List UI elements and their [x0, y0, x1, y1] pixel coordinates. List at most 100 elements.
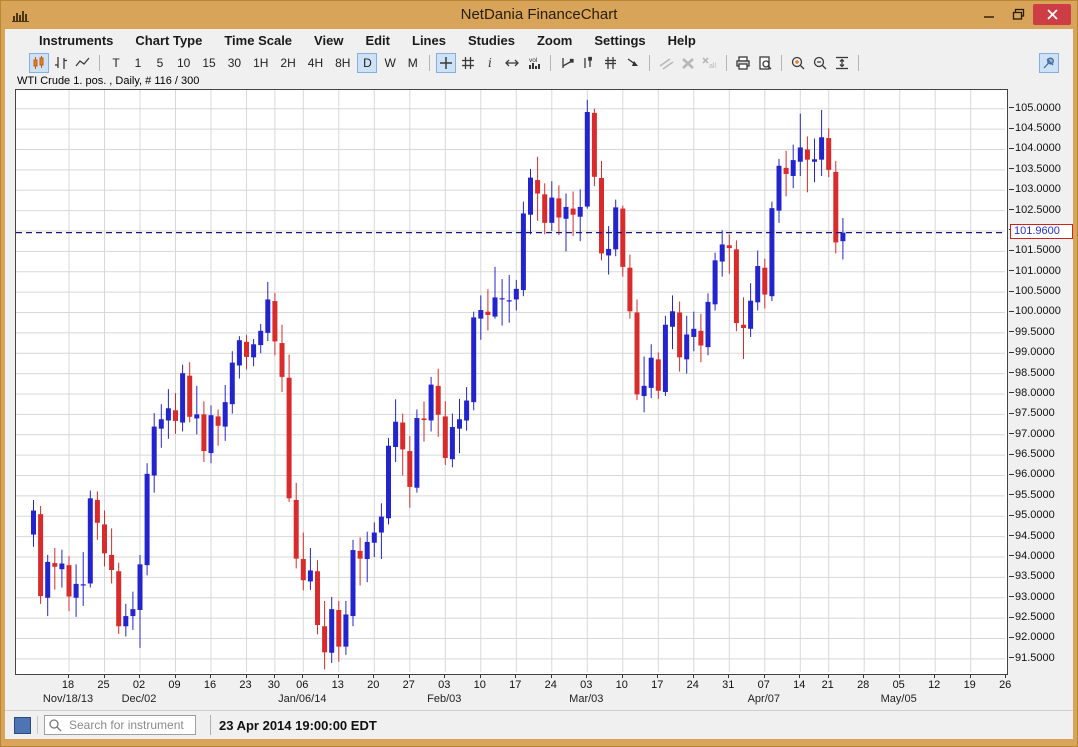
trend-line-tool-button[interactable]: [557, 53, 577, 73]
price-axis-label: 104.0000: [1009, 142, 1061, 155]
candle: [656, 352, 661, 398]
svg-text:all: all: [709, 63, 716, 70]
print-button[interactable]: [733, 53, 753, 73]
timescale-1h[interactable]: 1H: [248, 53, 273, 73]
month-axis-label: Mar/03: [544, 693, 628, 705]
menu-edit[interactable]: Edit: [365, 33, 390, 48]
timescale-4h[interactable]: 4H: [303, 53, 328, 73]
axis-tick: [1009, 617, 1014, 618]
timescale-10[interactable]: 10: [172, 53, 195, 73]
search-box[interactable]: [44, 715, 196, 735]
axis-tick: [444, 675, 445, 678]
timescale-m[interactable]: M: [403, 53, 423, 73]
menu-studies[interactable]: Studies: [468, 33, 515, 48]
close-button[interactable]: [1033, 4, 1071, 25]
candle: [194, 386, 199, 434]
axis-tick: [373, 675, 374, 678]
timescale-w[interactable]: W: [379, 53, 400, 73]
axis-tick: [68, 675, 69, 678]
ohlc-bars-button[interactable]: [51, 53, 71, 73]
parallel-lines-tool-button[interactable]: [601, 53, 621, 73]
axis-tick: [480, 675, 481, 678]
search-input[interactable]: [44, 715, 196, 735]
candle: [315, 560, 320, 634]
candlestick-chart-button[interactable]: [29, 53, 49, 73]
candle: [777, 159, 782, 223]
axis-tick: [338, 675, 339, 678]
timescale-2h[interactable]: 2H: [275, 53, 300, 73]
candle: [372, 522, 377, 557]
info-button[interactable]: i: [480, 53, 500, 73]
axis-tick: [1009, 392, 1014, 393]
statusbar-separator: [210, 715, 211, 735]
candle: [358, 537, 363, 585]
menu-zoom[interactable]: Zoom: [537, 33, 572, 48]
horizontal-scale-button[interactable]: [502, 53, 522, 73]
candle: [706, 293, 711, 355]
time-axis-label: 09: [160, 679, 190, 691]
dock-panel-button[interactable]: [1039, 53, 1059, 73]
price-axis-label: 95.5000: [1009, 488, 1055, 501]
delete-all-lines-button[interactable]: all: [700, 53, 720, 73]
axis-tick: [246, 675, 247, 678]
price-axis-label: 93.5000: [1009, 570, 1055, 583]
menu-time-scale[interactable]: Time Scale: [224, 33, 292, 48]
timescale-5[interactable]: 5: [150, 53, 170, 73]
price-axis-label: 95.0000: [1009, 509, 1055, 522]
vertical-line-tool-button[interactable]: [579, 53, 599, 73]
toolbar-separator: [550, 55, 551, 71]
restore-button[interactable]: [1004, 4, 1033, 25]
price-chart[interactable]: [15, 89, 1008, 675]
chart-instrument-label: WTI Crude 1. pos. , Daily, # 116 / 300: [17, 75, 199, 87]
time-axis-label: 24: [536, 679, 566, 691]
line-chart-button[interactable]: [73, 53, 93, 73]
crosshair-button[interactable]: [436, 53, 456, 73]
channel-tool-button[interactable]: [656, 53, 676, 73]
fit-vertical-button[interactable]: [832, 53, 852, 73]
instrument-list-icon[interactable]: [14, 717, 31, 734]
candle: [564, 194, 569, 252]
axis-tick: [1009, 596, 1014, 597]
menu-settings[interactable]: Settings: [594, 33, 645, 48]
candle: [38, 506, 43, 604]
volume-button[interactable]: vol: [524, 53, 544, 73]
arrow-tool-button[interactable]: [623, 53, 643, 73]
timescale-d[interactable]: D: [357, 53, 377, 73]
minimize-button[interactable]: [975, 4, 1004, 25]
menu-chart-type[interactable]: Chart Type: [135, 33, 202, 48]
timescale-1[interactable]: 1: [128, 53, 148, 73]
candle: [613, 200, 618, 257]
candle: [784, 151, 789, 197]
delete-line-button[interactable]: [678, 53, 698, 73]
title-bar[interactable]: NetDania FinanceChart: [1, 1, 1077, 29]
candle: [230, 351, 235, 413]
time-axis-label: 31: [713, 679, 743, 691]
print-preview-button[interactable]: [755, 53, 775, 73]
menu-lines[interactable]: Lines: [412, 33, 446, 48]
axis-tick: [1009, 535, 1014, 536]
axis-tick: [551, 675, 552, 678]
timescale-t[interactable]: T: [106, 53, 126, 73]
menu-view[interactable]: View: [314, 33, 343, 48]
candle: [741, 297, 746, 359]
price-axis[interactable]: 105.0000104.5000104.0000103.5000103.0000…: [1009, 89, 1073, 689]
status-bar: 23 Apr 2014 19:00:00 EDT: [5, 710, 1073, 739]
menu-instruments[interactable]: Instruments: [39, 33, 113, 48]
axis-tick: [1009, 515, 1014, 516]
candle: [351, 540, 356, 626]
candle: [663, 316, 668, 396]
menu-help[interactable]: Help: [668, 33, 696, 48]
price-axis-label: 101.0000: [1009, 264, 1061, 277]
candle: [691, 312, 696, 352]
price-axis-label: 100.0000: [1009, 305, 1061, 318]
price-axis-label: 92.0000: [1009, 631, 1055, 644]
zoom-in-button[interactable]: [788, 53, 808, 73]
zoom-out-button[interactable]: [810, 53, 830, 73]
timescale-15[interactable]: 15: [197, 53, 220, 73]
timescale-8h[interactable]: 8H: [330, 53, 355, 73]
grid-button[interactable]: [458, 53, 478, 73]
timescale-30[interactable]: 30: [223, 53, 246, 73]
time-axis[interactable]: 1825020916233006132027031017240310172431…: [15, 675, 1073, 711]
candle: [812, 138, 817, 182]
candle: [670, 295, 675, 349]
